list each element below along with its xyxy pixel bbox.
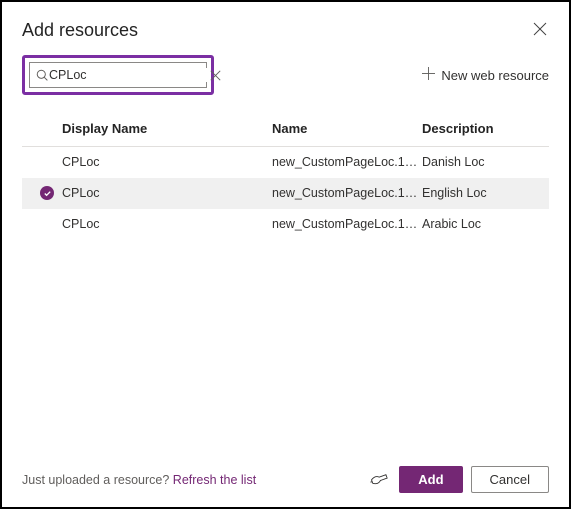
cell-description: Danish Loc bbox=[422, 155, 549, 169]
cell-display-name: CPLoc bbox=[62, 155, 272, 169]
search-icon bbox=[36, 69, 49, 82]
row-checkbox-cell[interactable] bbox=[32, 186, 62, 200]
cell-description: English Loc bbox=[422, 186, 549, 200]
new-web-resource-button[interactable]: New web resource bbox=[422, 67, 549, 83]
close-icon bbox=[533, 24, 547, 39]
dialog-title: Add resources bbox=[22, 20, 138, 41]
cell-name: new_CustomPageLoc.1030.r... bbox=[272, 155, 422, 169]
close-button[interactable] bbox=[531, 20, 549, 41]
refresh-list-link[interactable]: Refresh the list bbox=[173, 473, 256, 487]
footer-actions: Add Cancel bbox=[369, 466, 549, 493]
search-box[interactable] bbox=[29, 62, 207, 88]
table-row[interactable]: CPLocnew_CustomPageLoc.1030.r...Danish L… bbox=[22, 147, 549, 178]
checkmark-icon bbox=[40, 186, 54, 200]
cancel-button[interactable]: Cancel bbox=[471, 466, 549, 493]
toolbar: New web resource bbox=[22, 55, 549, 95]
clear-icon[interactable] bbox=[210, 70, 221, 81]
plus-icon bbox=[422, 67, 435, 83]
table-header: Display Name Name Description bbox=[22, 113, 549, 147]
cell-name: new_CustomPageLoc.1025.loc bbox=[272, 217, 422, 231]
table-row[interactable]: CPLocnew_CustomPageLoc.1025.locArabic Lo… bbox=[22, 209, 549, 240]
new-web-resource-label: New web resource bbox=[441, 68, 549, 83]
add-button[interactable]: Add bbox=[399, 466, 462, 493]
col-header-description[interactable]: Description bbox=[422, 121, 549, 136]
cell-description: Arabic Loc bbox=[422, 217, 549, 231]
cell-display-name: CPLoc bbox=[62, 186, 272, 200]
footer-prompt: Just uploaded a resource? Refresh the li… bbox=[22, 473, 256, 487]
dialog-footer: Just uploaded a resource? Refresh the li… bbox=[22, 456, 549, 493]
col-header-name[interactable]: Name bbox=[272, 121, 422, 136]
col-header-display-name[interactable]: Display Name bbox=[62, 121, 272, 136]
cell-name: new_CustomPageLoc.1033.r... bbox=[272, 186, 422, 200]
add-resources-dialog: Add resources New web resource bbox=[2, 2, 569, 507]
search-input[interactable] bbox=[49, 68, 210, 82]
cell-display-name: CPLoc bbox=[62, 217, 272, 231]
table-body: CPLocnew_CustomPageLoc.1030.r...Danish L… bbox=[22, 147, 549, 240]
resources-table: Display Name Name Description CPLocnew_C… bbox=[22, 113, 549, 456]
pointer-hand-icon bbox=[366, 465, 395, 494]
table-row[interactable]: CPLocnew_CustomPageLoc.1033.r...English … bbox=[22, 178, 549, 209]
search-highlight bbox=[22, 55, 214, 95]
dialog-header: Add resources bbox=[22, 20, 549, 41]
footer-prompt-text: Just uploaded a resource? bbox=[22, 473, 173, 487]
